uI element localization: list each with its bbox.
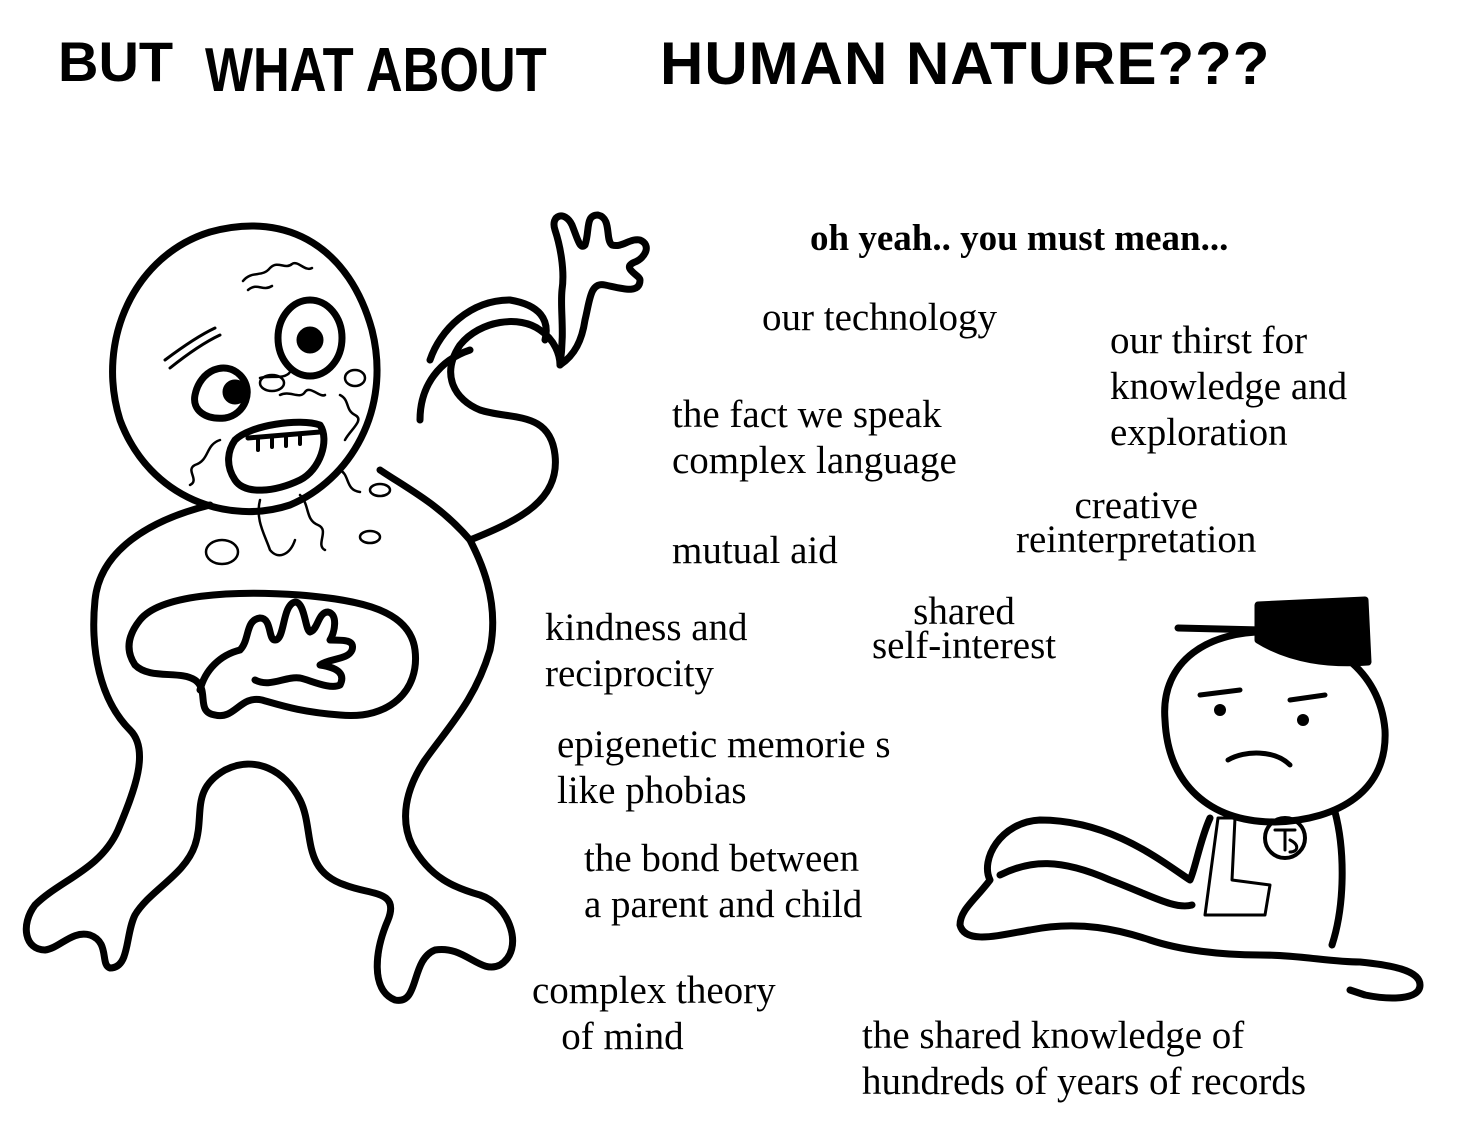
phrase-creative-reinterpretation: creative reinterpretation [1016,484,1257,561]
phrase-shared-knowledge-records: the shared knowledge of hundreds of year… [862,1014,1307,1103]
sitting-person-cap [1254,596,1372,667]
phrase-kindness-reciprocity: kindness and reciprocity [545,606,748,695]
phrase-complex-language: the fact we speak complex language [672,393,957,482]
phrase-theory-of-mind: complex theory of mind [532,969,776,1058]
screaming-creature-arm [376,318,564,544]
phrase-our-technology: our technology [762,296,998,339]
phrase-mutual-aid: mutual aid [672,529,838,572]
intro-text: oh yeah.. you must mean... [810,218,1229,259]
screaming-creature-body [22,501,517,1004]
sitting-person-l-logo [1203,816,1272,917]
meme-canvas: BUT WHAT ABOUT HUMAN NATURE??? oh yeah..… [0,0,1484,1124]
screaming-creature-belly [125,589,420,720]
phrase-thirst-for-knowledge: our thirst for knowledge and exploration [1110,319,1348,454]
phrase-parent-child-bond: the bond between a parent and child [584,837,863,926]
phrase-shared-self-interest: shared self-interest [872,590,1057,667]
phrase-epigenetic-memories: epigenetic memorie s like phobias [557,723,891,812]
screaming-creature-head [109,222,381,515]
